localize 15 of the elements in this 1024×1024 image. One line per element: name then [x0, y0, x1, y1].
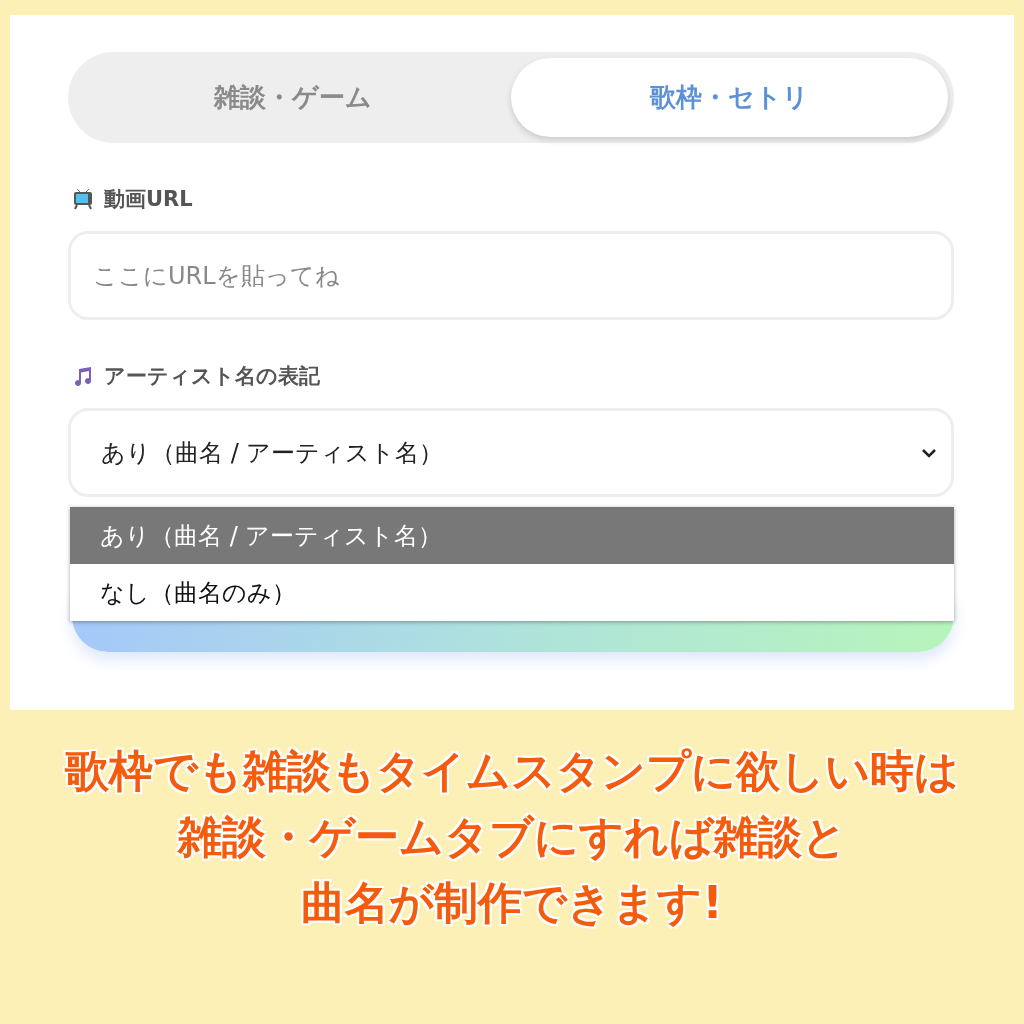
- chevron-down-icon: [921, 447, 937, 458]
- dropdown-option[interactable]: あり（曲名 / アーティスト名）: [70, 507, 954, 564]
- music-note-icon: [72, 365, 94, 387]
- tab[interactable]: 歌枠・セトリ: [511, 58, 948, 137]
- dropdown-option[interactable]: なし（曲名のみ）: [70, 564, 954, 621]
- select-value: あり（曲名 / アーティスト名）: [101, 437, 444, 469]
- caption-text: 歌枠でも雑談もタイムスタンプに欲しい時は: [65, 744, 959, 798]
- television-icon: [72, 188, 94, 210]
- url-input-field[interactable]: ここにURLを貼ってね: [68, 231, 954, 320]
- tab[interactable]: 雑談・ゲーム: [74, 58, 511, 137]
- caption-text: 曲名が制作できます!: [301, 876, 723, 930]
- field-label: 動画URL: [104, 186, 193, 213]
- select-field[interactable]: あり（曲名 / アーティスト名）: [68, 408, 954, 497]
- caption-text: 雑談・ゲームタブにすれば雑談と: [177, 810, 847, 864]
- field-label: アーティスト名の表記: [104, 363, 320, 390]
